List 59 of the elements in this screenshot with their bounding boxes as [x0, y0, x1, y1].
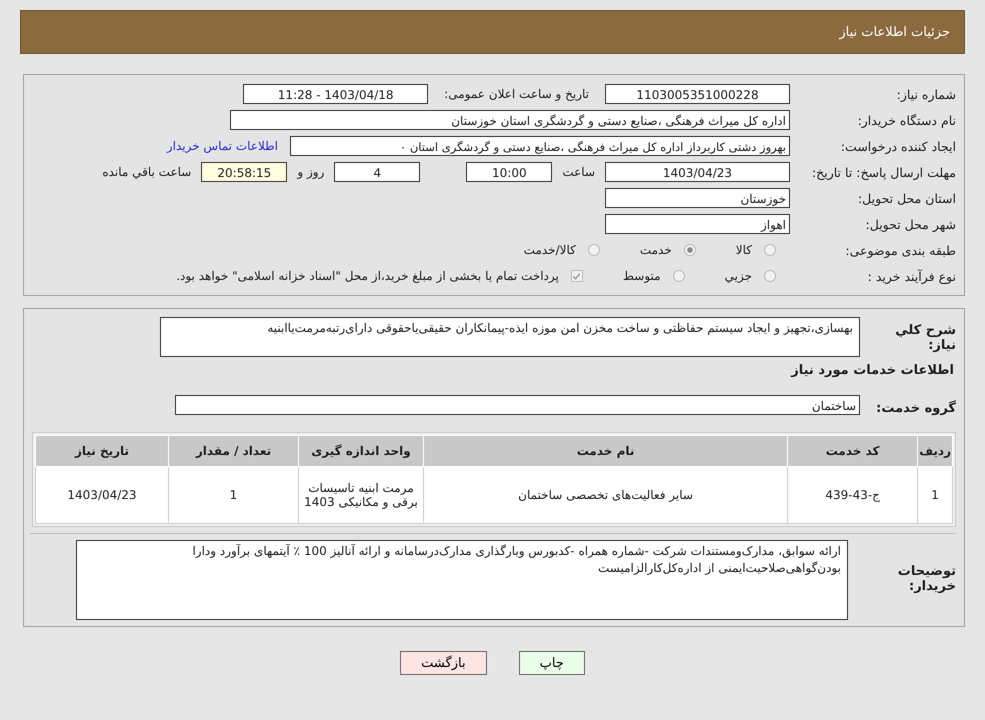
field-label: شهر محل تحویل:	[864, 216, 956, 232]
radio-label: خدمت	[640, 243, 672, 257]
creator-field: بهروز دشتی کاربرداز اداره کل میراث فرهنگی ،صنایع دستی و گردشگری استان ٠	[290, 136, 790, 156]
field-label: گروه خدمت:	[875, 399, 956, 416]
radio-button[interactable]	[764, 244, 776, 256]
field-label: شرح کلي نیاز:	[894, 322, 956, 353]
column-header: کد خدمت	[788, 436, 918, 466]
buyer-field: اداره کل میراث فرهنگی ،صنایع دستی و گردشگری استان خوزستان	[230, 110, 790, 130]
field-label: نوع فرآیند خرید :	[866, 268, 956, 284]
column-header: نام خدمت	[424, 436, 788, 466]
field-label: طبقه بندی موضوعی:	[844, 242, 956, 258]
buyer-notes-text: ارائه سوابق، مدارک‌ومستندات شرکت -شماره همراه -کدبورس وبارگذاری مدارک‌درسامانه و ارائه آنالیز 100 ٪ آیتمهای برآورد ودارا بودن‌گواهی‌صلاحیت‌ایمنی از اداره‌کل‌کارالزامیست	[192, 544, 841, 575]
field-label: استان محل تحویل:	[856, 190, 956, 206]
province-field: خوزستان	[605, 188, 790, 208]
column-header: ردیف	[918, 436, 952, 466]
table-cell: مرمت ابنیه تاسیسات برقی و مکانیکی 1403	[298, 466, 424, 524]
page-title: جزئیات اطلاعات نیاز	[839, 24, 950, 40]
table-cell: سایر فعالیت‌های تخصصی ساختمان	[424, 466, 788, 524]
section-title: اطلاعات خدمات مورد نیاز	[790, 363, 954, 378]
radio-label: جزيي	[724, 269, 752, 283]
service-group-field: ساختمان	[175, 395, 860, 415]
description-text: بهسازی،تجهیز و ایجاد سیستم حفاظتی و ساخت مخزن امن موزه ایذه-پیمانکاران حقیقی‌یاحقوقی دارای‌رتبه‌مرمت‌یاابنیه	[267, 321, 853, 335]
radio-label: کالا	[736, 243, 752, 257]
days-field: 4	[334, 162, 420, 182]
column-header: تاریخ نیاز	[36, 436, 168, 466]
payment-note: پرداخت تمام یا بخشی از مبلغ خرید،از محل "اسناد خزانه اسلامی" خواهد بود.	[176, 269, 559, 283]
description-textarea[interactable]: بهسازی،تجهیز و ایجاد سیستم حفاظتی و ساخت مخزن امن موزه ایذه-پیمانکاران حقیقی‌یاحقوقی دارای‌رتبه‌مرمت‌یاابنیه	[160, 317, 860, 357]
city-field: اهواز	[605, 214, 790, 234]
radio-button[interactable]	[764, 270, 776, 282]
print-button[interactable]: چاپ	[518, 651, 585, 675]
radio-button[interactable]	[672, 270, 685, 282]
field-label: ایجاد کننده درخواست:	[840, 138, 956, 154]
days-label: روز و	[297, 165, 324, 179]
field-label: شماره نیاز:	[896, 86, 956, 102]
checkbox[interactable]	[570, 270, 583, 282]
radio-button[interactable]	[588, 244, 600, 256]
radio-label: کالا/خدمت	[524, 243, 576, 257]
table-cell: 1403/04/23	[36, 466, 168, 524]
buyer-contact-link[interactable]: اطلاعات تماس خریدار	[166, 139, 278, 153]
column-header: واحد اندازه گیری	[298, 436, 424, 466]
table-cell: 1	[168, 466, 298, 524]
need-number-field: 1103005351000228	[605, 84, 790, 104]
field-label: مهلت ارسال پاسخ: تا تاریخ:	[810, 164, 956, 180]
field-label: توضیحات خریدار:	[896, 563, 956, 594]
buyer-notes-textarea[interactable]: ارائه سوابق، مدارک‌ومستندات شرکت -شماره همراه -کدبورس وبارگذاری مدارک‌درسامانه و ارائه آنالیز 100 ٪ آیتمهای برآورد ودارا بودن‌گواهی‌صلاحیت‌ایمنی از اداره‌کل‌کارالزامیست	[76, 540, 848, 620]
announce-date-field: 1403/04/18 - 11:28	[243, 84, 428, 104]
deadline-date-field: 1403/04/23	[605, 162, 790, 182]
table-cell: 1	[918, 466, 952, 524]
radio-button[interactable]	[684, 244, 696, 256]
radio-label: متوسط	[622, 269, 661, 283]
remaining-time-field: 20:58:15	[201, 162, 288, 182]
remaining-label: ساعت باقي مانده	[102, 165, 192, 179]
deadline-time-field: 10:00	[466, 162, 552, 182]
field-label: نام دستگاه خریدار:	[856, 112, 956, 128]
column-header: تعداد / مقدار	[168, 436, 298, 466]
back-button[interactable]: بازگشت	[400, 651, 487, 675]
table-cell: ج-43-439	[788, 466, 918, 524]
time-label: ساعت	[562, 165, 595, 179]
field-label: تاریخ و ساعت اعلان عمومی:	[444, 87, 589, 101]
